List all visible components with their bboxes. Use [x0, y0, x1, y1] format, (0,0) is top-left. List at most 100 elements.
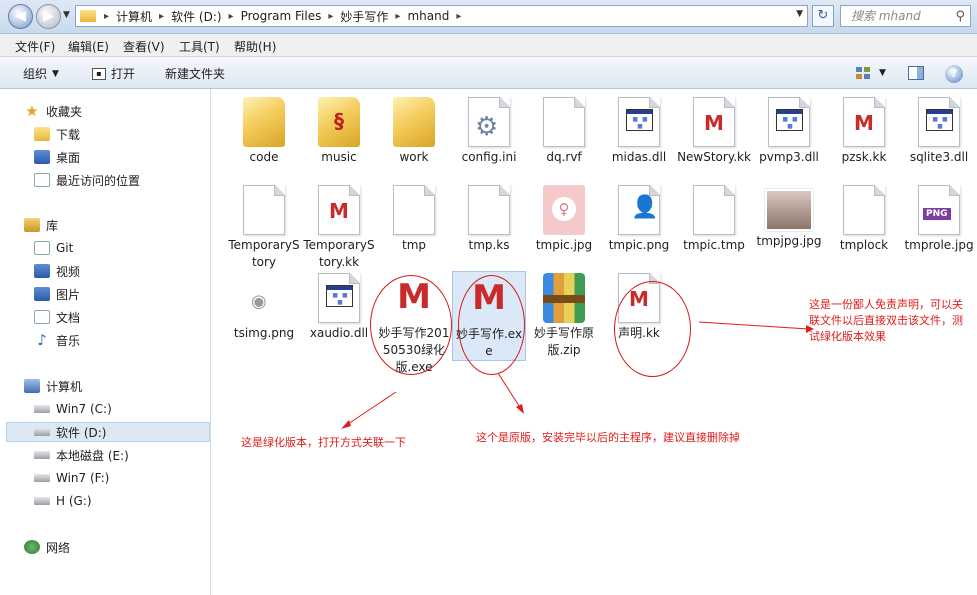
nav-drive-f-label: Win7 (F:): [56, 471, 110, 485]
open-label: 打开: [111, 67, 136, 81]
nav-downloads[interactable]: 下载: [34, 124, 80, 144]
nav-libraries[interactable]: 库: [24, 215, 58, 235]
video-icon: [34, 264, 50, 278]
nav-music-label: 音乐: [56, 333, 81, 348]
back-button[interactable]: ◀: [8, 4, 33, 29]
nav-computer[interactable]: 计算机: [24, 376, 82, 396]
nav-network-label: 网络: [46, 540, 71, 555]
arrow-line: [698, 321, 809, 330]
breadcrumb-program-files[interactable]: Program Files: [236, 9, 327, 23]
nav-videos[interactable]: 视频: [34, 261, 80, 281]
menu-file[interactable]: 文件(F): [15, 38, 55, 55]
git-library-icon: [34, 241, 50, 255]
nav-pictures-label: 图片: [56, 287, 81, 302]
menu-tools[interactable]: 工具(T): [179, 38, 220, 55]
open-button[interactable]: ▪ 打开: [92, 65, 135, 82]
nav-drive-g[interactable]: H (G:): [34, 491, 92, 511]
organize-button[interactable]: 组织 ▼: [23, 65, 59, 82]
nav-libraries-label: 库: [46, 218, 59, 233]
organize-label: 组织: [23, 67, 48, 81]
arrow-head: [516, 404, 524, 414]
star-icon: ★: [25, 102, 39, 120]
forward-arrow-icon: ▶: [43, 8, 54, 24]
address-row: ◀ ▶ ▼ ▸ 计算机 ▸ 软件 (D:) ▸ Program Files ▸ …: [0, 0, 977, 34]
arrow-line: [497, 372, 522, 410]
menu-view[interactable]: 查看(V): [123, 38, 165, 55]
nav-favorites[interactable]: ★ 收藏夹: [24, 101, 82, 121]
chevron-right-icon[interactable]: ▸: [157, 11, 166, 22]
preview-pane-icon[interactable]: [908, 66, 924, 80]
downloads-folder-icon: [34, 127, 50, 141]
nav-desktop[interactable]: 桌面: [34, 147, 80, 167]
windows-drive-icon: [34, 405, 50, 413]
nav-documents-label: 文档: [56, 310, 81, 325]
arrow-head: [806, 325, 814, 333]
drive-icon: [34, 474, 50, 482]
nav-drive-d[interactable]: 软件 (D:): [6, 422, 210, 442]
chevron-right-icon[interactable]: ▸: [326, 11, 335, 22]
network-icon: [24, 540, 40, 554]
nav-documents[interactable]: 文档: [34, 307, 80, 327]
nav-videos-label: 视频: [56, 264, 81, 279]
new-folder-button[interactable]: 新建文件夹: [165, 65, 225, 82]
file-list: code § music work ⚙ config.ini dq.rvf mi…: [212, 89, 977, 595]
search-placeholder: 搜索 mhand: [851, 9, 921, 23]
view-options-icon[interactable]: [855, 66, 871, 80]
open-icon: ▪: [92, 67, 106, 80]
nav-git[interactable]: Git: [34, 238, 73, 258]
command-bar: 组织 ▼ ▪ 打开 新建文件夹 ▼ ?: [0, 57, 977, 89]
search-icon: ⚲: [955, 9, 965, 24]
address-history-dropdown[interactable]: ▼: [796, 9, 803, 19]
search-input[interactable]: 搜索 mhand ⚲: [840, 5, 971, 27]
back-arrow-icon: ◀: [15, 8, 26, 24]
menu-edit[interactable]: 编辑(E): [68, 38, 109, 55]
nav-drive-e[interactable]: 本地磁盘 (E:): [34, 445, 129, 465]
forward-button[interactable]: ▶: [36, 4, 61, 29]
drive-icon: [34, 451, 50, 459]
nav-downloads-label: 下载: [56, 127, 81, 142]
address-bar[interactable]: ▸ 计算机 ▸ 软件 (D:) ▸ Program Files ▸ 妙手写作 ▸…: [75, 5, 808, 27]
menu-help[interactable]: 帮助(H): [234, 38, 276, 55]
breadcrumb-mhand[interactable]: mhand: [402, 9, 454, 23]
new-folder-label: 新建文件夹: [165, 67, 226, 81]
breadcrumb-drive-d[interactable]: 软件 (D:): [166, 8, 226, 25]
drive-icon: [34, 428, 50, 436]
nav-drive-f[interactable]: Win7 (F:): [34, 468, 109, 488]
navigation-pane: ★ 收藏夹 下载 桌面 最近访问的位置 库 Git 视频 图片 文档 ♪ 音乐 …: [0, 89, 211, 595]
computer-icon: [24, 379, 40, 393]
chevron-down-icon: ▼: [52, 68, 59, 79]
nav-recent-places[interactable]: 最近访问的位置: [34, 170, 140, 190]
chevron-right-icon[interactable]: ▸: [454, 11, 463, 22]
chevron-right-icon[interactable]: ▸: [393, 11, 402, 22]
help-icon[interactable]: ?: [945, 65, 963, 83]
refresh-icon: ↻: [817, 8, 829, 23]
nav-drive-g-label: H (G:): [56, 494, 92, 508]
nav-computer-label: 计算机: [46, 379, 83, 394]
breadcrumb-computer[interactable]: 计算机: [111, 8, 157, 25]
view-dropdown-icon[interactable]: ▼: [879, 68, 886, 78]
recent-places-icon: [34, 173, 50, 187]
breadcrumb-miaoshou[interactable]: 妙手写作: [335, 8, 393, 25]
library-icon: [24, 218, 40, 232]
nav-desktop-label: 桌面: [56, 150, 81, 165]
documents-icon: [34, 310, 50, 324]
desktop-icon: [34, 150, 50, 164]
arrow-line: [344, 391, 397, 427]
nav-network[interactable]: 网络: [24, 537, 70, 557]
nav-drive-d-label: 软件 (D:): [56, 425, 107, 440]
pictures-icon: [34, 287, 50, 301]
recent-pages-dropdown[interactable]: ▼: [63, 10, 70, 20]
annotation-arrows: [341, 321, 814, 429]
chevron-right-icon[interactable]: ▸: [227, 11, 236, 22]
folder-icon: [80, 10, 96, 22]
nav-music[interactable]: ♪ 音乐: [34, 330, 80, 350]
nav-pictures[interactable]: 图片: [34, 284, 80, 304]
nav-favorites-label: 收藏夹: [46, 104, 83, 119]
chevron-right-icon[interactable]: ▸: [102, 11, 111, 22]
refresh-button[interactable]: ↻: [812, 5, 834, 27]
nav-drive-c-label: Win7 (C:): [56, 402, 112, 416]
nav-drive-c[interactable]: Win7 (C:): [34, 399, 112, 419]
nav-git-label: Git: [56, 241, 74, 255]
menu-bar: 文件(F) 编辑(E) 查看(V) 工具(T) 帮助(H): [0, 34, 977, 57]
drive-icon: [34, 497, 50, 505]
